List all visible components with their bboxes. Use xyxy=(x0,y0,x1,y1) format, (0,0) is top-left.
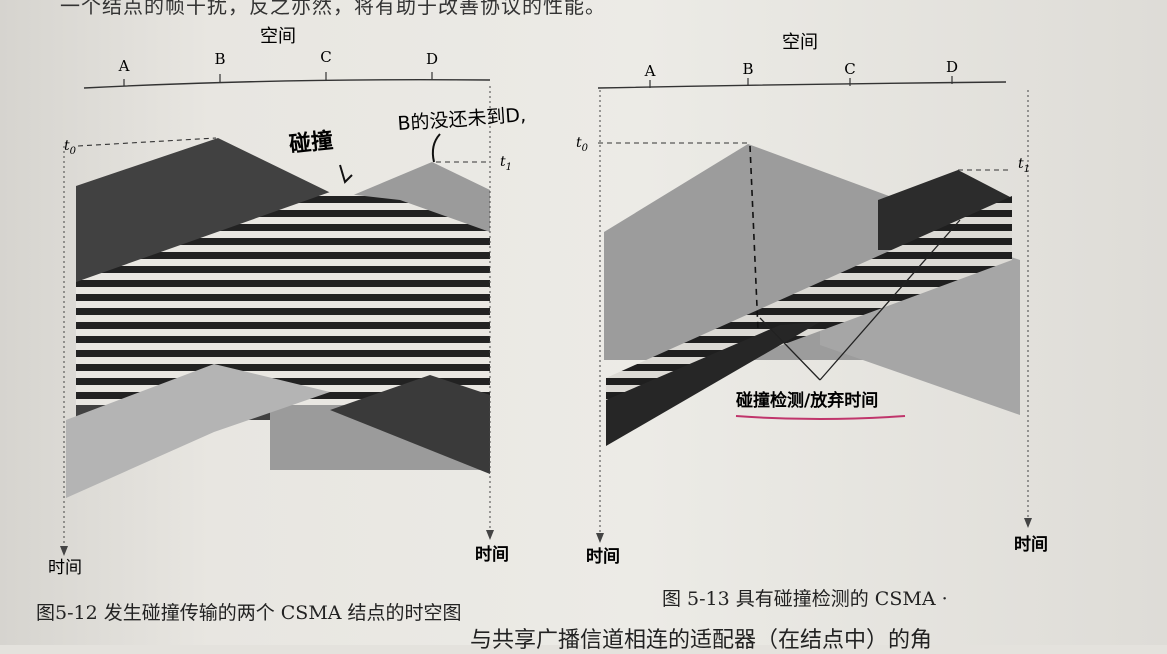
space-label-left: 空间 xyxy=(260,26,296,47)
node-label: B xyxy=(214,50,225,68)
node-label: C xyxy=(320,48,331,66)
node-label: B xyxy=(742,60,753,78)
node-label: D xyxy=(426,50,438,68)
bottom-text: 与共享广播信道相连的适配器（在结点中）的角 xyxy=(470,628,933,653)
node-label: C xyxy=(844,60,855,78)
node-label: A xyxy=(118,57,130,75)
handwritten-collision: 碰撞 xyxy=(288,128,334,158)
time-label-right-d: 时间 xyxy=(1014,534,1048,555)
space-axis-left xyxy=(83,78,491,89)
t1-label-left: t1 xyxy=(500,154,512,173)
handwritten-note: B的没还未到D, xyxy=(397,104,527,135)
figure-5-12-caption: 图5-12 发生碰撞传输的两个 CSMA 结点的时空图 xyxy=(36,602,462,624)
time-label-right-a: 时间 xyxy=(586,546,620,567)
figure-5-13: 空间 A B C D t0 t1 时间 时间 碰撞检测/放弃时间 xyxy=(576,32,1048,567)
space-axis-right xyxy=(597,81,1007,89)
time-label-left-d: 时间 xyxy=(475,544,509,565)
t1-label-right: t1 xyxy=(1018,156,1030,175)
time-label-left-a: 时间 xyxy=(48,558,82,578)
figures-canvas: 空间 A B C D t0 t1 时间 时间 碰撞 B的没还未到D, 空间 A … xyxy=(48,26,1048,578)
figure-5-12: 空间 A B C D t0 t1 时间 时间 碰撞 B的没还未到D, xyxy=(48,26,527,578)
figure-5-13-caption: 图 5-13 具有碰撞检测的 CSMA · xyxy=(662,588,948,610)
t0-label-right: t0 xyxy=(576,135,589,154)
collision-detect-annotation: 碰撞检测/放弃时间 xyxy=(736,390,878,411)
t0-label-left: t0 xyxy=(64,138,77,157)
annotation-underline xyxy=(735,415,906,420)
node-label: D xyxy=(946,58,958,76)
space-label-right: 空间 xyxy=(782,32,818,53)
node-label: A xyxy=(644,62,656,80)
